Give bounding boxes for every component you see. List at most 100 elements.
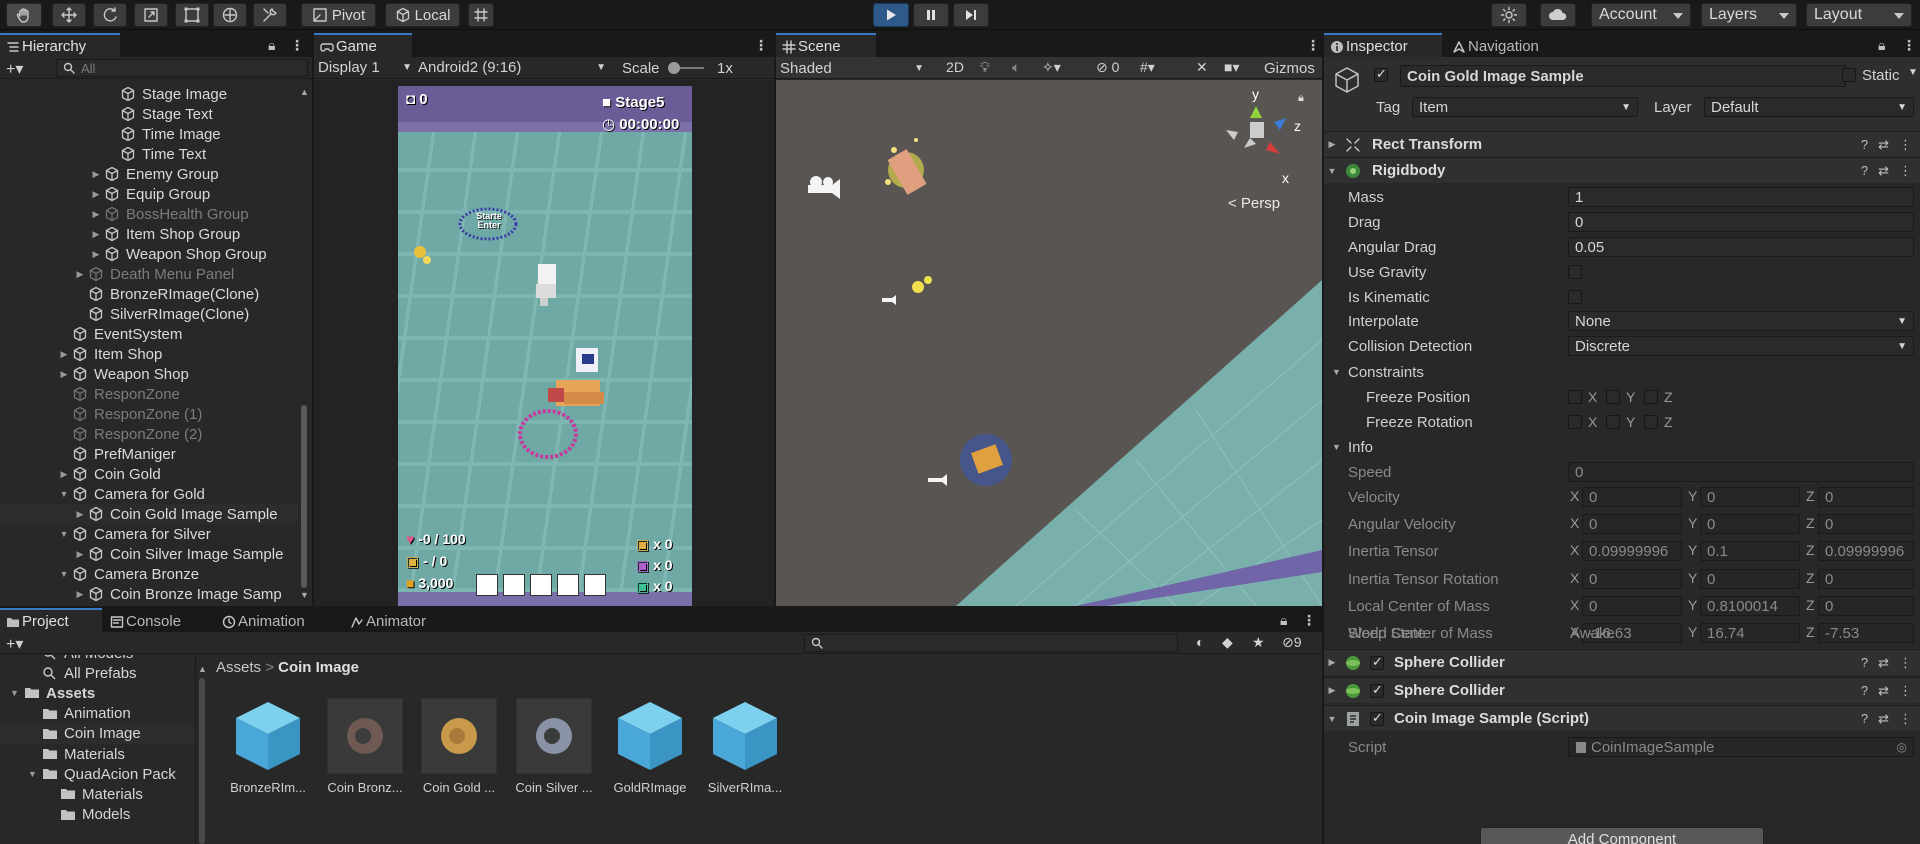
- freeze-rotation-y-checkbox[interactable]: [1606, 415, 1620, 429]
- rect-tool-button[interactable]: [175, 3, 209, 27]
- help-icon[interactable]: ?: [1861, 711, 1868, 727]
- layer-dropdown[interactable]: Default ▼: [1704, 97, 1914, 117]
- cloud-button[interactable]: [1540, 3, 1576, 27]
- sphere-collider-1-checkbox[interactable]: [1370, 654, 1384, 670]
- hierarchy-item[interactable]: ResponZone (1): [0, 404, 298, 424]
- effects-icon[interactable]: ✧▾: [1042, 59, 1061, 76]
- preset-icon[interactable]: ⇄: [1878, 137, 1889, 153]
- layout-dropdown[interactable]: Layout: [1806, 3, 1912, 27]
- expand-arrow-icon[interactable]: ▶: [90, 229, 102, 240]
- constraints-foldout[interactable]: ▼ Constraints: [1332, 360, 1424, 384]
- project-folder-item[interactable]: ▼ QuadAcion Pack: [0, 764, 195, 784]
- angular-drag-input[interactable]: 0.05: [1568, 237, 1914, 257]
- hierarchy-item[interactable]: Time Text: [0, 144, 298, 164]
- sphere-collider-2-header[interactable]: ▶ Sphere Collider ? ⇄ ⋮: [1324, 677, 1920, 703]
- hierarchy-search-input[interactable]: All: [56, 59, 308, 77]
- collapse-arrow-icon[interactable]: ▼: [28, 769, 42, 779]
- coin-image-sample-script-header[interactable]: ▼ Coin Image Sample (Script) ? ⇄ ⋮: [1324, 705, 1920, 731]
- sphere-collider-1-header[interactable]: ▶ Sphere Collider ? ⇄ ⋮: [1324, 649, 1920, 675]
- help-icon[interactable]: ?: [1861, 683, 1868, 699]
- collapse-arrow-icon[interactable]: ▼: [58, 569, 70, 579]
- hierarchy-item[interactable]: ▶ Equip Group: [0, 184, 298, 204]
- lock-icon[interactable]: 🔒︎: [1280, 612, 1287, 629]
- project-folder-item[interactable]: Materials: [0, 744, 195, 764]
- hierarchy-item[interactable]: ▶ Item Shop: [0, 344, 298, 364]
- custom-tool-button[interactable]: [253, 3, 287, 27]
- expand-arrow-icon[interactable]: ▶: [74, 269, 86, 280]
- grid-toggle-icon[interactable]: #▾: [1140, 59, 1155, 76]
- hierarchy-item[interactable]: Stage Image: [0, 84, 298, 104]
- scale-slider[interactable]: [668, 62, 704, 74]
- hierarchy-item[interactable]: ▶ Coin Silver Image Sample: [0, 544, 298, 564]
- lock-icon[interactable]: 🔒︎: [268, 37, 275, 54]
- freeze-rotation-x-checkbox[interactable]: [1568, 415, 1582, 429]
- tab-hierarchy[interactable]: Hierarchy: [0, 33, 120, 57]
- sphere-collider-2-checkbox[interactable]: [1370, 682, 1384, 698]
- inventory-slot[interactable]: [530, 574, 552, 596]
- more-menu-icon[interactable]: ⋮: [1899, 655, 1912, 671]
- hierarchy-item[interactable]: ▶ Death Menu Panel: [0, 264, 298, 284]
- breadcrumb-root[interactable]: Assets: [216, 659, 261, 676]
- hierarchy-item[interactable]: ▶ Item Shop Group: [0, 224, 298, 244]
- hierarchy-item[interactable]: ▶ BossHealth Group: [0, 204, 298, 224]
- more-menu-icon[interactable]: ⋮: [1899, 711, 1912, 727]
- audio-icon[interactable]: 🔈︎: [1012, 59, 1020, 76]
- shading-dropdown[interactable]: Shaded ▼: [780, 60, 928, 77]
- asset-item[interactable]: Coin Silver ...: [512, 698, 596, 795]
- mass-input[interactable]: 1: [1568, 187, 1914, 207]
- tab-navigation[interactable]: Navigation: [1446, 33, 1576, 57]
- pause-button[interactable]: [913, 3, 949, 27]
- filter-type-icon[interactable]: ◐: [1196, 634, 1204, 650]
- object-picker-icon[interactable]: ◎: [1897, 740, 1907, 754]
- help-icon[interactable]: ?: [1861, 137, 1868, 153]
- info-foldout[interactable]: ▼ Info: [1332, 435, 1373, 459]
- help-icon[interactable]: ?: [1861, 163, 1868, 179]
- lock-icon[interactable]: 🔒︎: [1298, 92, 1304, 105]
- hierarchy-item[interactable]: EventSystem: [0, 324, 298, 344]
- asset-item[interactable]: Coin Gold ...: [417, 698, 501, 795]
- collapse-arrow-icon[interactable]: ▼: [58, 489, 70, 499]
- freeze-position-y-checkbox[interactable]: [1606, 390, 1620, 404]
- expand-arrow-icon[interactable]: ▶: [74, 509, 86, 520]
- collision-detection-dropdown[interactable]: Discrete ▼: [1568, 336, 1914, 356]
- hierarchy-item[interactable]: ▼ Camera for Gold: [0, 484, 298, 504]
- hierarchy-item[interactable]: ▶ Weapon Shop: [0, 364, 298, 384]
- project-search-input[interactable]: [804, 634, 1178, 652]
- more-menu-icon[interactable]: ⋮: [754, 37, 768, 54]
- expand-arrow-icon[interactable]: ▶: [90, 169, 102, 180]
- asset-item[interactable]: GoldRImage: [608, 698, 692, 795]
- project-folder-item[interactable]: ▼ Assets: [0, 683, 195, 703]
- help-icon[interactable]: ?: [1861, 655, 1868, 671]
- freeze-position-z-checkbox[interactable]: [1644, 390, 1658, 404]
- hidden-packages-toggle[interactable]: ⊘9: [1282, 634, 1302, 651]
- expand-arrow-icon[interactable]: ▶: [90, 189, 102, 200]
- tab-inspector[interactable]: Inspector: [1324, 33, 1442, 57]
- tab-project[interactable]: Project: [0, 608, 102, 632]
- game-screen[interactable]: ◘ 0 ■ Stage5 ◷ 00:00:00 Starte Enter ♥ -…: [398, 86, 692, 606]
- rect-transform-header[interactable]: ▶ Rect Transform ? ⇄ ⋮: [1324, 131, 1920, 157]
- grid-snap-button[interactable]: [468, 3, 494, 27]
- expand-arrow-icon[interactable]: ▶: [58, 349, 70, 360]
- expand-arrow-icon[interactable]: ▶: [74, 589, 86, 600]
- project-folder-item[interactable]: Animation: [0, 704, 195, 724]
- scale-tool-button[interactable]: [134, 3, 168, 27]
- display-dropdown[interactable]: Display 1 ▼: [318, 59, 416, 76]
- collapse-arrow-icon[interactable]: ▼: [58, 529, 70, 539]
- step-button[interactable]: [953, 3, 989, 27]
- inventory-slot[interactable]: [557, 574, 579, 596]
- hierarchy-item[interactable]: BronzeRImage(Clone): [0, 284, 298, 304]
- freeze-rotation-z-checkbox[interactable]: [1644, 415, 1658, 429]
- asset-item[interactable]: BronzeRIm...: [226, 698, 310, 795]
- freeze-position-x-checkbox[interactable]: [1568, 390, 1582, 404]
- preset-icon[interactable]: ⇄: [1878, 711, 1889, 727]
- tab-scene[interactable]: Scene: [776, 33, 876, 57]
- expand-arrow-icon[interactable]: ▶: [90, 209, 102, 220]
- perspective-toggle[interactable]: < Persp: [1228, 195, 1280, 212]
- project-folder-item[interactable]: All Models: [0, 655, 195, 663]
- more-menu-icon[interactable]: ⋮: [1899, 137, 1912, 153]
- hidden-objects-toggle[interactable]: ⊘ 0: [1096, 59, 1119, 76]
- expand-arrow-icon[interactable]: ▶: [90, 249, 102, 260]
- lock-icon[interactable]: 🔒︎: [1878, 37, 1885, 54]
- project-folder-item[interactable]: Models: [0, 805, 195, 825]
- drag-input[interactable]: 0: [1568, 212, 1914, 232]
